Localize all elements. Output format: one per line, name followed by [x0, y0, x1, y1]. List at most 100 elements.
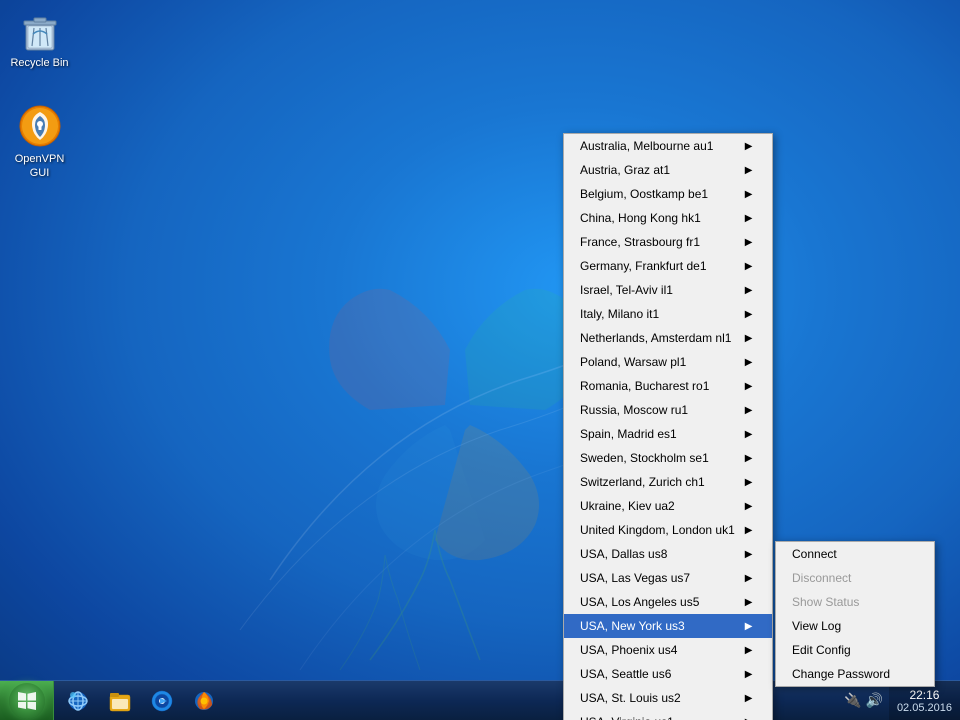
main-menu-item-18[interactable]: USA, Las Vegas us7 ▶	[564, 566, 772, 590]
main-menu-item-13[interactable]: Sweden, Stockholm se1 ▶	[564, 446, 772, 470]
menu-item-label-17: USA, Dallas us8	[580, 547, 667, 561]
submenu-item-1: Disconnect	[776, 566, 934, 590]
volume-icon: 🔊	[866, 692, 883, 709]
menu-item-label-19: USA, Los Angeles us5	[580, 595, 699, 609]
openvpn-svg	[18, 104, 62, 148]
main-menu-item-15[interactable]: Ukraine, Kiev ua2 ▶	[564, 494, 772, 518]
menu-item-label-14: Switzerland, Zurich ch1	[580, 475, 705, 489]
submenu-item-3[interactable]: View Log	[776, 614, 934, 638]
menu-item-label-4: France, Strasbourg fr1	[580, 235, 700, 249]
main-menu-item-9[interactable]: Poland, Warsaw pl1 ▶	[564, 350, 772, 374]
main-menu-item-24[interactable]: USA, Virginia us1▶	[564, 710, 772, 720]
main-menu-item-21[interactable]: USA, Phoenix us4▶	[564, 638, 772, 662]
submenu-arrow-11: ▶	[745, 405, 753, 416]
start-button[interactable]	[0, 681, 54, 720]
submenu-arrow-0: ▶	[745, 141, 753, 152]
main-menu-item-19[interactable]: USA, Los Angeles us5 ▶	[564, 590, 772, 614]
main-menu-items: Australia, Melbourne au1▶Austria, Graz a…	[564, 134, 772, 720]
main-menu-item-1[interactable]: Austria, Graz at1 ▶	[564, 158, 772, 182]
main-menu-item-11[interactable]: Russia, Moscow ru1 ▶	[564, 398, 772, 422]
menu-item-label-12: Spain, Madrid es1	[580, 427, 677, 441]
submenu-arrow-8: ▶	[745, 333, 753, 344]
taskbar-wmp-icon[interactable]	[142, 683, 182, 719]
recycle-bin-label: Recycle Bin	[10, 56, 68, 70]
menu-item-label-13: Sweden, Stockholm se1	[580, 451, 709, 465]
menu-item-label-6: Israel, Tel-Aviv il1	[580, 283, 673, 297]
openvpn-icon[interactable]: OpenVPN GUI	[2, 100, 77, 185]
ie-svg	[66, 689, 90, 713]
submenu-arrow-16: ▶	[745, 525, 753, 536]
main-menu-item-7[interactable]: Italy, Milano it1▶	[564, 302, 772, 326]
menu-item-label-22: USA, Seattle us6	[580, 667, 671, 681]
submenu-arrow-10: ▶	[745, 381, 753, 392]
submenu-arrow-4: ▶	[745, 237, 753, 248]
taskbar-sys-icons: 🔌 🔊	[838, 692, 889, 709]
menu-item-label-8: Netherlands, Amsterdam nl1	[580, 331, 731, 345]
submenu-item-2: Show Status	[776, 590, 934, 614]
main-context-menu: Australia, Melbourne au1▶Austria, Graz a…	[563, 133, 773, 720]
main-menu-item-20[interactable]: USA, New York us3 ▶	[564, 614, 772, 638]
wmp-svg	[150, 689, 174, 713]
submenu-arrow-9: ▶	[745, 357, 753, 368]
explorer-svg	[108, 689, 132, 713]
menu-item-label-11: Russia, Moscow ru1	[580, 403, 688, 417]
clock-time: 22:16	[909, 688, 939, 702]
submenu-arrow-7: ▶	[745, 309, 753, 320]
submenu-arrow-19: ▶	[745, 597, 753, 608]
submenu-arrow-14: ▶	[745, 477, 753, 488]
submenu-arrow-18: ▶	[745, 573, 753, 584]
menu-item-label-5: Germany, Frankfurt de1	[580, 259, 707, 273]
menu-item-label-18: USA, Las Vegas us7	[580, 571, 690, 585]
main-menu-item-2[interactable]: Belgium, Oostkamp be1▶	[564, 182, 772, 206]
submenu-arrow-1: ▶	[745, 165, 753, 176]
menu-item-label-16: United Kingdom, London uk1	[580, 523, 735, 537]
menu-item-label-10: Romania, Bucharest ro1	[580, 379, 709, 393]
main-menu-item-17[interactable]: USA, Dallas us8 ▶	[564, 542, 772, 566]
submenu-arrow-13: ▶	[745, 453, 753, 464]
main-menu-item-12[interactable]: Spain, Madrid es1▶	[564, 422, 772, 446]
menu-item-label-9: Poland, Warsaw pl1	[580, 355, 686, 369]
menu-item-label-21: USA, Phoenix us4	[580, 643, 677, 657]
submenu-arrow-5: ▶	[745, 261, 753, 272]
submenu-items: ConnectDisconnectShow StatusView LogEdit…	[776, 542, 934, 686]
main-menu-item-3[interactable]: China, Hong Kong hk1▶	[564, 206, 772, 230]
network-icon: 🔌	[844, 692, 861, 709]
menu-item-label-0: Australia, Melbourne au1	[580, 139, 713, 153]
recycle-bin-icon[interactable]: Recycle Bin	[2, 4, 77, 74]
main-menu-item-23[interactable]: USA, St. Louis us2▶	[564, 686, 772, 710]
clock-date: 02.05.2016	[897, 702, 952, 714]
main-menu-item-0[interactable]: Australia, Melbourne au1 ▶	[564, 134, 772, 158]
main-menu-item-6[interactable]: Israel, Tel-Aviv il1 ▶	[564, 278, 772, 302]
taskbar-explorer-icon[interactable]	[100, 683, 140, 719]
main-menu-item-14[interactable]: Switzerland, Zurich ch1 ▶	[564, 470, 772, 494]
submenu-arrow-2: ▶	[745, 189, 753, 200]
main-menu-item-22[interactable]: USA, Seattle us6▶	[564, 662, 772, 686]
submenu-arrow-15: ▶	[745, 501, 753, 512]
submenu-item-5[interactable]: Change Password	[776, 662, 934, 686]
menu-item-label-1: Austria, Graz at1	[580, 163, 670, 177]
main-menu-item-8[interactable]: Netherlands, Amsterdam nl1 ▶	[564, 326, 772, 350]
menu-item-label-20: USA, New York us3	[580, 619, 685, 633]
submenu-arrow-20: ▶	[745, 621, 753, 632]
submenu-arrow-6: ▶	[745, 285, 753, 296]
recycle-bin-svg	[18, 8, 62, 52]
submenu-arrow-17: ▶	[745, 549, 753, 560]
openvpn-label: OpenVPN GUI	[6, 152, 73, 181]
taskbar-icons	[54, 681, 228, 720]
main-menu-item-4[interactable]: France, Strasbourg fr1 ▶	[564, 230, 772, 254]
menu-item-label-15: Ukraine, Kiev ua2	[580, 499, 675, 513]
submenu-item-0[interactable]: Connect	[776, 542, 934, 566]
taskbar-firefox-icon[interactable]	[184, 683, 224, 719]
submenu-arrow-24: ▶	[745, 717, 753, 720]
start-orb	[9, 683, 45, 719]
windows-logo-icon	[16, 690, 38, 712]
main-menu-item-16[interactable]: United Kingdom, London uk1 ▶	[564, 518, 772, 542]
sub-context-menu: ConnectDisconnectShow StatusView LogEdit…	[775, 541, 935, 687]
main-menu-item-10[interactable]: Romania, Bucharest ro1 ▶	[564, 374, 772, 398]
submenu-arrow-3: ▶	[745, 213, 753, 224]
submenu-arrow-23: ▶	[745, 693, 753, 704]
taskbar-ie-icon[interactable]	[58, 683, 98, 719]
main-menu-item-5[interactable]: Germany, Frankfurt de1 ▶	[564, 254, 772, 278]
submenu-item-4[interactable]: Edit Config	[776, 638, 934, 662]
desktop: Recycle Bin OpenVPN GUI Australia, Melbo…	[0, 0, 960, 720]
